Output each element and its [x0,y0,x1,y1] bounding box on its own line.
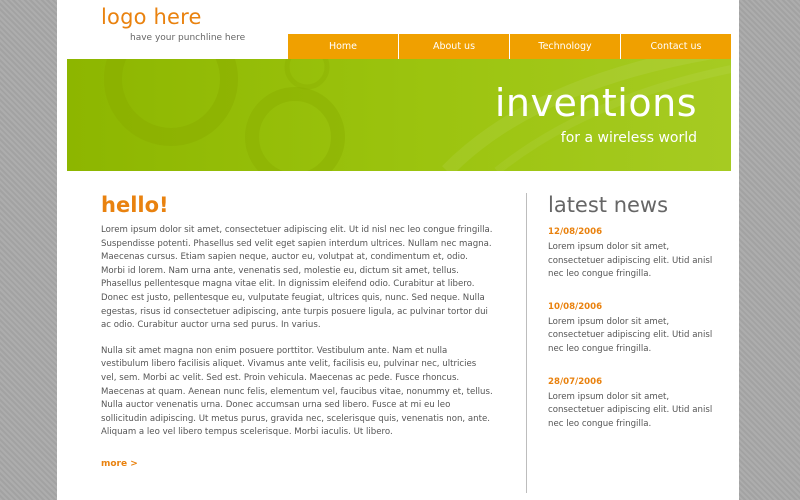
news-text: Lorem ipsum dolor sit amet, consectetuer… [548,316,713,354]
more-link[interactable]: more > [101,459,138,469]
main-paragraph: Lorem ipsum dolor sit amet, consectetuer… [101,225,493,331]
nav-item-contact-us[interactable]: Contact us [620,34,731,59]
hero-subtitle: for a wireless world [560,130,697,146]
nav-item-home[interactable]: Home [288,34,398,59]
hero-banner: inventions for a wireless world [67,59,731,171]
tagline: have your punchline here [130,33,246,43]
main-heading: hello! [101,193,169,217]
news-text: Lorem ipsum dolor sit amet, consectetuer… [548,242,713,280]
news-heading: latest news [548,193,669,217]
nav-item-about-us[interactable]: About us [398,34,509,59]
news-sidebar: latest news 12/08/2006 Lorem ipsum dolor… [548,193,718,451]
news-text: Lorem ipsum dolor sit amet, consectetuer… [548,391,713,429]
news-item: 10/08/2006 Lorem ipsum dolor sit amet, c… [548,302,718,357]
news-date[interactable]: 10/08/2006 [548,302,718,312]
logo[interactable]: logo here [101,5,202,29]
news-date[interactable]: 28/07/2006 [548,377,718,387]
main-nav: Home About us Technology Contact us [288,34,731,59]
hero-title: inventions [494,81,697,125]
news-item: 28/07/2006 Lorem ipsum dolor sit amet, c… [548,377,718,432]
main-content: hello! Lorem ipsum dolor sit amet, conse… [101,193,493,470]
nav-item-technology[interactable]: Technology [509,34,620,59]
news-item: 12/08/2006 Lorem ipsum dolor sit amet, c… [548,227,718,282]
column-divider [526,193,527,493]
main-paragraph: Nulla sit amet magna non enim posuere po… [101,345,493,438]
news-date[interactable]: 12/08/2006 [548,227,718,237]
page: logo here have your punchline here Home … [57,0,739,500]
